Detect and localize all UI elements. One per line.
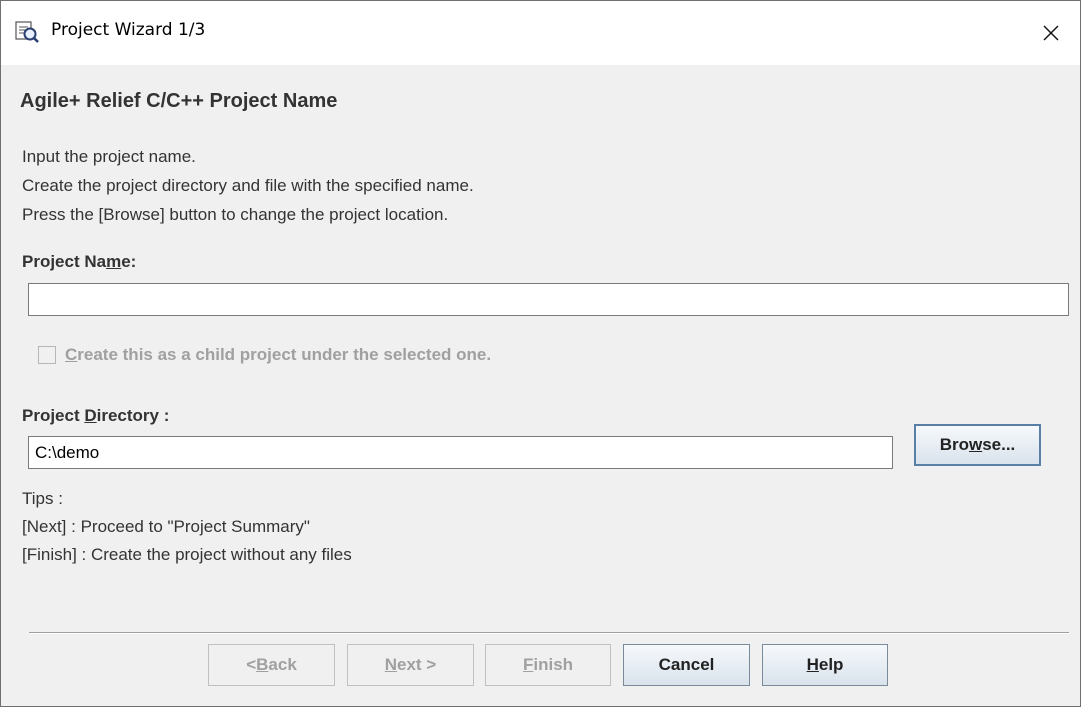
project-name-label: Project Name:	[22, 252, 137, 271]
close-icon	[1043, 25, 1059, 41]
project-name-input[interactable]	[28, 283, 1069, 316]
tips-line-next: [Next] : Proceed to "Project Summary"	[22, 517, 310, 536]
browse-button[interactable]: Bro w se...	[914, 424, 1041, 466]
description-line-3: Press the [Browse] button to change the …	[22, 205, 449, 224]
child-project-option[interactable]: Create this as a child project under the…	[38, 342, 491, 368]
tips-line-finish: [Finish] : Create the project without an…	[22, 545, 352, 564]
tips-title: Tips :	[22, 489, 63, 508]
project-directory-label: Project Directory :	[22, 406, 170, 425]
project-wizard-dialog: Project Wizard 1/3 Agile+ Relief C/C++ P…	[0, 0, 1081, 707]
wizard-app-icon	[15, 21, 39, 43]
cancel-button[interactable]: Cancel	[623, 644, 750, 686]
window-title: Project Wizard 1/3	[51, 20, 206, 40]
finish-button[interactable]: Finish	[485, 644, 611, 686]
back-button[interactable]: < Back	[208, 644, 335, 686]
button-separator	[29, 632, 1069, 634]
next-button[interactable]: Next >	[347, 644, 474, 686]
child-project-checkbox[interactable]	[38, 346, 56, 364]
help-button[interactable]: Help	[762, 644, 888, 686]
child-project-label: Create this as a child project under the…	[65, 345, 492, 364]
page-heading: Agile+ Relief C/C++ Project Name	[20, 90, 338, 112]
title-bar: Project Wizard 1/3	[1, 1, 1080, 65]
close-button[interactable]	[1022, 1, 1080, 65]
description-line-2: Create the project directory and file wi…	[22, 176, 474, 195]
description-line-1: Input the project name.	[22, 147, 196, 166]
project-directory-input[interactable]: C:\demo	[28, 436, 893, 469]
